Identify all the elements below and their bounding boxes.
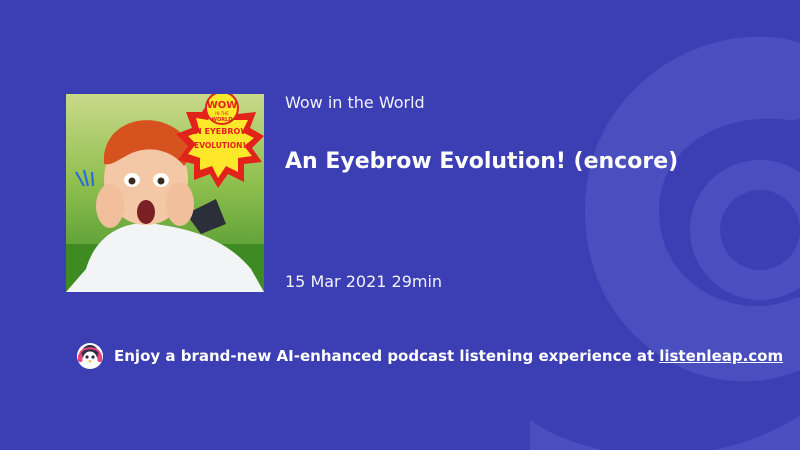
- cover-badge-top: WOW: [207, 100, 238, 111]
- listenleap-link[interactable]: listenleap.com: [659, 347, 783, 365]
- show-name[interactable]: Wow in the World: [285, 93, 425, 112]
- episode-date: 15 Mar 2021: [285, 272, 387, 291]
- listenleap-logo-watermark: [530, 36, 800, 450]
- cover-burst-line1: AN EYEBROW: [189, 127, 249, 136]
- penguin-headphones-icon: [77, 343, 103, 369]
- episode-title[interactable]: An Eyebrow Evolution! (encore): [285, 149, 678, 174]
- episode-cover-art[interactable]: AN EYEBROW EVOLUTION! WOW IN THE WORLD: [66, 94, 264, 292]
- promo-text: Enjoy a brand-new AI-enhanced podcast li…: [114, 347, 655, 365]
- episode-meta: 15 Mar 2021 29min: [285, 272, 442, 291]
- episode-duration: 29min: [391, 272, 443, 291]
- cover-badge-small: IN THE: [215, 111, 229, 116]
- promo-banner: Enjoy a brand-new AI-enhanced podcast li…: [76, 342, 783, 370]
- cover-burst-line2: EVOLUTION!: [194, 141, 246, 150]
- cover-badge-bottom: WORLD: [212, 117, 233, 123]
